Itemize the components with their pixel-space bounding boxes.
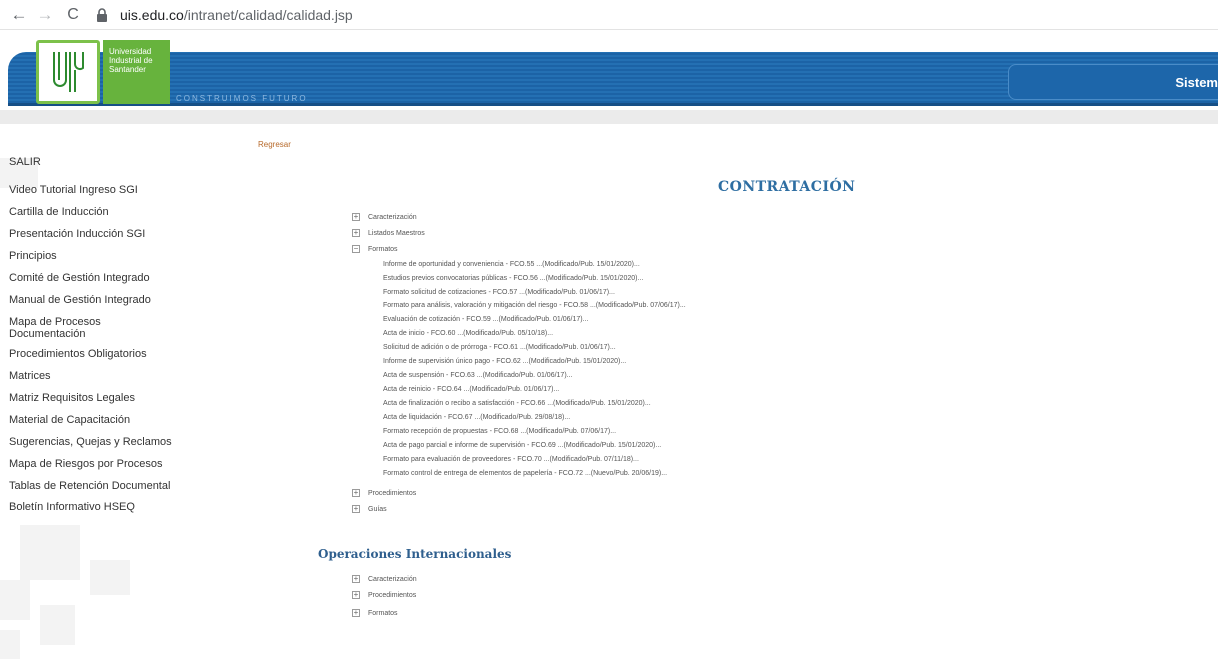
formato-link-fco56[interactable]: Estudios previos convocatorias públicas … [383, 275, 643, 282]
sidebar-item-matriz-requisitos[interactable]: Matriz Requisitos Legales [9, 392, 135, 404]
browser-toolbar: ← → C uis.edu.co/intranet/calidad/calida… [0, 0, 1218, 30]
forward-arrow-icon[interactable]: → [34, 4, 56, 26]
expand-icon[interactable]: + [352, 591, 360, 599]
deco-square [0, 630, 20, 659]
formato-link-fco68[interactable]: Formato recepción de propuestas - FCO.68… [383, 428, 616, 435]
tree-node-formatos[interactable]: − Formatos [352, 245, 398, 253]
tree-node-caracterizacion[interactable]: + Caracterización [352, 213, 417, 221]
tree-node-procedimientos[interactable]: + Procedimientos [352, 489, 416, 497]
tree-node-listados-maestros[interactable]: + Listados Maestros [352, 229, 425, 237]
formato-link-fco57[interactable]: Formato solicitud de cotizaciones - FCO.… [383, 289, 615, 296]
sidebar-item-presentacion[interactable]: Presentación Inducción SGI [9, 228, 145, 240]
sidebar-item-cartilla[interactable]: Cartilla de Inducción [9, 206, 109, 218]
tree-node-op-procedimientos[interactable]: + Procedimientos [352, 591, 416, 599]
expand-icon[interactable]: + [352, 609, 360, 617]
sidebar-item-mapa-riesgos[interactable]: Mapa de Riesgos por Procesos [9, 458, 162, 470]
url-host: uis.edu.co [120, 6, 184, 23]
formato-link-fco69[interactable]: Acta de pago parcial e informe de superv… [383, 442, 661, 449]
formato-link-fco72[interactable]: Formato control de entrega de elementos … [383, 470, 667, 477]
tree-node-label: Procedimientos [368, 489, 417, 497]
lock-icon [96, 7, 110, 22]
deco-square [20, 525, 80, 580]
sidebar-item-procedimientos[interactable]: Procedimientos Obligatorios [9, 348, 147, 360]
formato-link-fco55[interactable]: Informe de oportunidad y conveniencia - … [383, 261, 640, 268]
sidebar-item-principios[interactable]: Principios [9, 250, 57, 262]
sidebar-item-salir[interactable]: SALIR [9, 156, 41, 168]
sidebar-item-tablas[interactable]: Tablas de Retención Documental [9, 480, 170, 492]
expand-icon[interactable]: + [352, 229, 360, 237]
regresar-link[interactable]: Regresar [258, 140, 291, 149]
formato-link-fco67[interactable]: Acta de liquidación - FCO.67 ...(Modific… [383, 414, 570, 421]
system-title: Sistem [1175, 75, 1218, 90]
sidebar-item-matrices[interactable]: Matrices [9, 370, 51, 382]
slogan: CONSTRUIMOS FUTURO [176, 94, 308, 103]
tree-node-guias[interactable]: + Guías [352, 505, 387, 513]
expand-icon[interactable]: + [352, 505, 360, 513]
formato-link-fco66[interactable]: Acta de finalización o recibo a satisfac… [383, 400, 651, 407]
formato-link-fco58[interactable]: Formato para análisis, valoración y miti… [383, 302, 686, 309]
system-title-box: Sistem [1008, 64, 1218, 100]
sidebar-item-material[interactable]: Material de Capacitación [9, 414, 130, 426]
tree-node-label: Formatos [368, 245, 398, 253]
formato-link-fco59[interactable]: Evaluación de cotización - FCO.59 ...(Mo… [383, 316, 588, 323]
university-name-block[interactable]: Universidad Industrial de Santander [103, 40, 170, 104]
back-arrow-icon[interactable]: ← [8, 4, 30, 26]
tree-node-label: Procedimientos [368, 591, 417, 599]
formato-link-fco62[interactable]: Informe de supervisión único pago - FCO.… [383, 358, 626, 365]
tree-node-label: Listados Maestros [368, 229, 425, 237]
expand-icon[interactable]: + [352, 213, 360, 221]
uis-logo-icon[interactable] [36, 40, 100, 104]
sidebar-item-boletin[interactable]: Boletín Informativo HSEQ [9, 501, 135, 513]
tree-node-label: Guías [368, 505, 387, 513]
sidebar-item-sugerencias[interactable]: Sugerencias, Quejas y Reclamos [9, 436, 172, 448]
sidebar-item-comite[interactable]: Comité de Gestión Integrado [9, 272, 150, 284]
tree-node-label: Formatos [368, 609, 398, 617]
url-text[interactable]: uis.edu.co/intranet/calidad/calidad.jsp [120, 7, 353, 23]
tree-node-op-formatos[interactable]: + Formatos [352, 609, 398, 617]
formato-link-fco60[interactable]: Acta de inicio - FCO.60 ...(Modificado/P… [383, 330, 553, 337]
sidebar-item-manual[interactable]: Manual de Gestión Integrado [9, 294, 151, 306]
logo-line-3: Santander [109, 65, 146, 74]
expand-icon[interactable]: + [352, 489, 360, 497]
url-path: /intranet/calidad/calidad.jsp [183, 6, 353, 23]
address-bar[interactable]: uis.edu.co/intranet/calidad/calidad.jsp [96, 3, 353, 27]
tree-node-op-caracterizacion[interactable]: + Caracterización [352, 575, 417, 583]
deco-square [40, 605, 75, 645]
header-divider-strip [0, 110, 1218, 124]
sidebar-item-mapa-procesos[interactable]: Mapa de Procesos Documentación [9, 316, 129, 340]
sidebar-item-video-tutorial[interactable]: Video Tutorial Ingreso SGI [9, 184, 138, 196]
deco-square [90, 560, 130, 595]
formato-link-fco61[interactable]: Solicitud de adición o de prórroga - FCO… [383, 344, 616, 351]
collapse-icon[interactable]: − [352, 245, 360, 253]
formato-link-fco63[interactable]: Acta de suspensión - FCO.63 ...(Modifica… [383, 372, 573, 379]
tree-node-label: Caracterización [368, 213, 417, 221]
deco-square [0, 580, 30, 620]
tree-node-label: Caracterización [368, 575, 417, 583]
reload-icon[interactable]: C [62, 4, 84, 26]
logo-line-1: Universidad [109, 47, 152, 56]
operaciones-internacionales-title: Operaciones Internacionales [318, 547, 512, 561]
contratacion-title: CONTRATACIÓN [718, 179, 856, 195]
logo-line-2: Industrial de [109, 56, 153, 65]
formato-link-fco70[interactable]: Formato para evaluación de proveedores -… [383, 456, 639, 463]
expand-icon[interactable]: + [352, 575, 360, 583]
formato-link-fco64[interactable]: Acta de reinicio - FCO.64 ...(Modificado… [383, 386, 559, 393]
